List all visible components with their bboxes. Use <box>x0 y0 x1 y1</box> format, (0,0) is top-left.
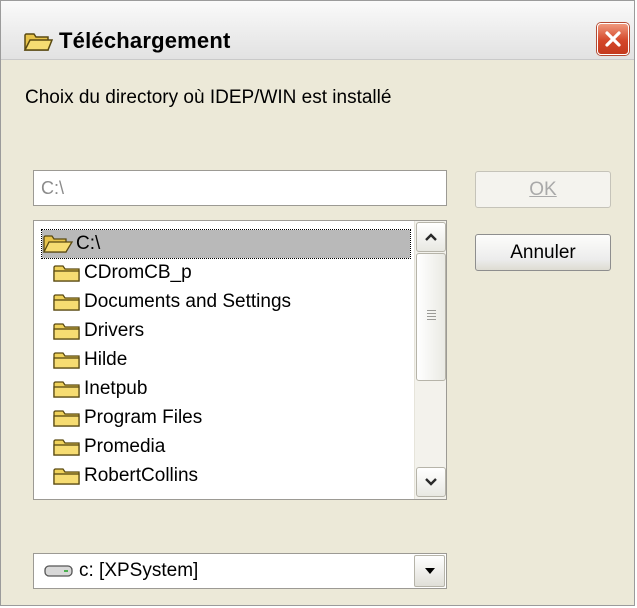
download-dialog: Téléchargement Choix du directory où IDE… <box>0 0 635 606</box>
drive-label: c: [XPSystem] <box>79 560 199 581</box>
folder-icon <box>53 381 80 398</box>
cancel-button[interactable]: Annuler <box>475 234 611 271</box>
folder-item[interactable]: Hilde <box>52 346 127 374</box>
scroll-down-button[interactable] <box>416 467 446 497</box>
folder-icon <box>23 33 53 51</box>
directory-path-input[interactable] <box>33 170 447 206</box>
folder-icon <box>53 439 80 456</box>
folder-item[interactable]: Inetpub <box>52 375 147 403</box>
chevron-up-icon <box>425 233 437 241</box>
folder-item-label: RobertCollins <box>84 465 199 486</box>
folder-list: C:\ CDromCB_p Documents and Settings Dri… <box>34 221 414 499</box>
folder-item-label: Documents and Settings <box>84 291 292 312</box>
folder-item-root[interactable]: C:\ <box>41 229 411 259</box>
folder-item-label: C:\ <box>76 233 101 254</box>
folder-item-label: Drivers <box>84 320 145 341</box>
hard-drive-icon <box>44 565 73 577</box>
folder-item[interactable]: RobertCollins <box>52 462 198 490</box>
grip-line <box>427 310 436 311</box>
folder-item-label: CDromCB_p <box>84 262 192 283</box>
folder-item[interactable]: Promedia <box>52 433 165 461</box>
folder-item[interactable]: Program Files <box>52 404 202 432</box>
grip-line <box>427 316 436 317</box>
ok-label: OK <box>529 179 557 200</box>
grip-line <box>427 319 436 320</box>
close-icon <box>605 31 621 47</box>
title-bar[interactable]: Téléchargement <box>1 1 634 60</box>
vertical-scrollbar[interactable] <box>414 221 446 499</box>
folder-item[interactable]: Documents and Settings <box>52 288 291 316</box>
folder-item-label: Inetpub <box>84 378 148 399</box>
chevron-down-icon <box>425 478 437 486</box>
folder-listbox[interactable]: C:\ CDromCB_p Documents and Settings Dri… <box>33 220 447 500</box>
dropdown-button[interactable] <box>414 555 445 587</box>
folder-item-label: Promedia <box>84 436 166 457</box>
folder-icon <box>53 352 80 369</box>
dropdown-arrow-icon <box>424 568 435 574</box>
folder-icon <box>53 468 80 485</box>
ok-button[interactable]: OK <box>475 171 611 208</box>
scrollbar-thumb[interactable] <box>416 253 446 381</box>
scroll-up-button[interactable] <box>416 222 446 252</box>
folder-item-label: Program Files <box>84 407 203 428</box>
open-folder-icon <box>42 235 74 253</box>
drive-select[interactable]: c: [XPSystem] <box>33 553 447 589</box>
folder-icon <box>53 294 80 311</box>
folder-item[interactable]: CDromCB_p <box>52 259 192 287</box>
grip-line <box>427 313 436 314</box>
close-button[interactable] <box>597 23 629 55</box>
folder-item[interactable]: Drivers <box>52 317 144 345</box>
folder-icon <box>53 265 80 282</box>
prompt-label: Choix du directory où IDEP/WIN est insta… <box>25 87 392 108</box>
folder-icon <box>53 323 80 340</box>
folder-icon <box>53 410 80 427</box>
window-title: Téléchargement <box>59 28 231 53</box>
folder-item-label: Hilde <box>84 349 128 370</box>
